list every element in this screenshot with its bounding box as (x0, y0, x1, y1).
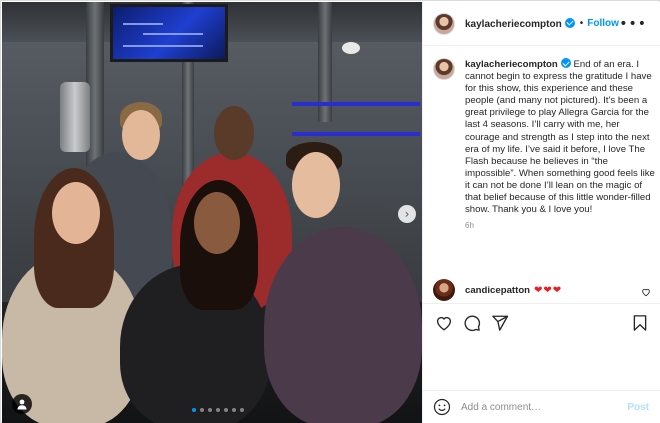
paper-plane-icon[interactable] (491, 314, 509, 332)
photo-monitor (110, 4, 228, 62)
carousel-dot (240, 408, 244, 412)
header-separator: • (579, 18, 584, 29)
post-photo[interactable]: › (2, 2, 422, 423)
photo-shelf (292, 132, 420, 136)
carousel-dot (200, 408, 204, 412)
comment-input[interactable] (461, 401, 611, 413)
caption-timestamp[interactable]: 6h (465, 221, 655, 230)
verified-badge-icon (564, 17, 575, 28)
caption-username[interactable]: kaylacheriecompton (465, 59, 558, 70)
post-comment-button[interactable]: Post (627, 402, 649, 413)
carousel-dots (192, 408, 244, 412)
comment-row: candicepatton ❤❤❤ (433, 279, 657, 301)
smiley-icon[interactable] (433, 398, 451, 416)
carousel-dot (192, 408, 196, 412)
comment-bubble-icon[interactable] (463, 314, 481, 332)
person-face (214, 106, 254, 160)
post-frame: › kaylacheriecompton • Follow ••• kaylac… (0, 0, 660, 423)
carousel-dot (224, 408, 228, 412)
person-face (292, 152, 340, 218)
photo-shelf (292, 102, 420, 106)
avatar[interactable] (433, 279, 455, 301)
photo-tank (60, 82, 90, 152)
bookmark-icon[interactable] (631, 314, 649, 332)
chevron-right-icon[interactable]: › (398, 205, 416, 223)
heart-outline-icon[interactable] (435, 314, 453, 332)
comment-like-icon[interactable] (641, 287, 651, 300)
avatar[interactable] (433, 12, 455, 35)
carousel-dot (208, 408, 212, 412)
post-sidebar: kaylacheriecompton • Follow ••• kaylache… (422, 2, 660, 423)
person-face (194, 192, 240, 254)
more-options-icon[interactable]: ••• (619, 16, 647, 32)
follow-button[interactable]: Follow (587, 18, 619, 29)
caption: kaylacheriecompton End of an era. I cann… (433, 58, 657, 230)
verified-badge-icon (560, 58, 571, 68)
person-tag-icon[interactable] (12, 394, 32, 414)
caption-text: End of an era. I cannot begin to express… (465, 59, 655, 216)
comment-box: Post (423, 390, 660, 423)
author-username[interactable]: kaylacheriecompton (465, 17, 575, 30)
comments-area[interactable]: kaylacheriecompton End of an era. I cann… (423, 47, 660, 303)
carousel-dot (216, 408, 220, 412)
action-bar (423, 303, 660, 343)
photo-lamp (342, 42, 360, 54)
post-header: kaylacheriecompton • Follow ••• (423, 2, 660, 46)
person-face (52, 182, 100, 244)
comment-username[interactable]: candicepatton (465, 285, 530, 296)
person-face (122, 110, 160, 160)
carousel-dot (232, 408, 236, 412)
comment-text: ❤❤❤ (534, 284, 563, 296)
avatar[interactable] (433, 58, 455, 80)
person-silhouette (264, 227, 422, 423)
